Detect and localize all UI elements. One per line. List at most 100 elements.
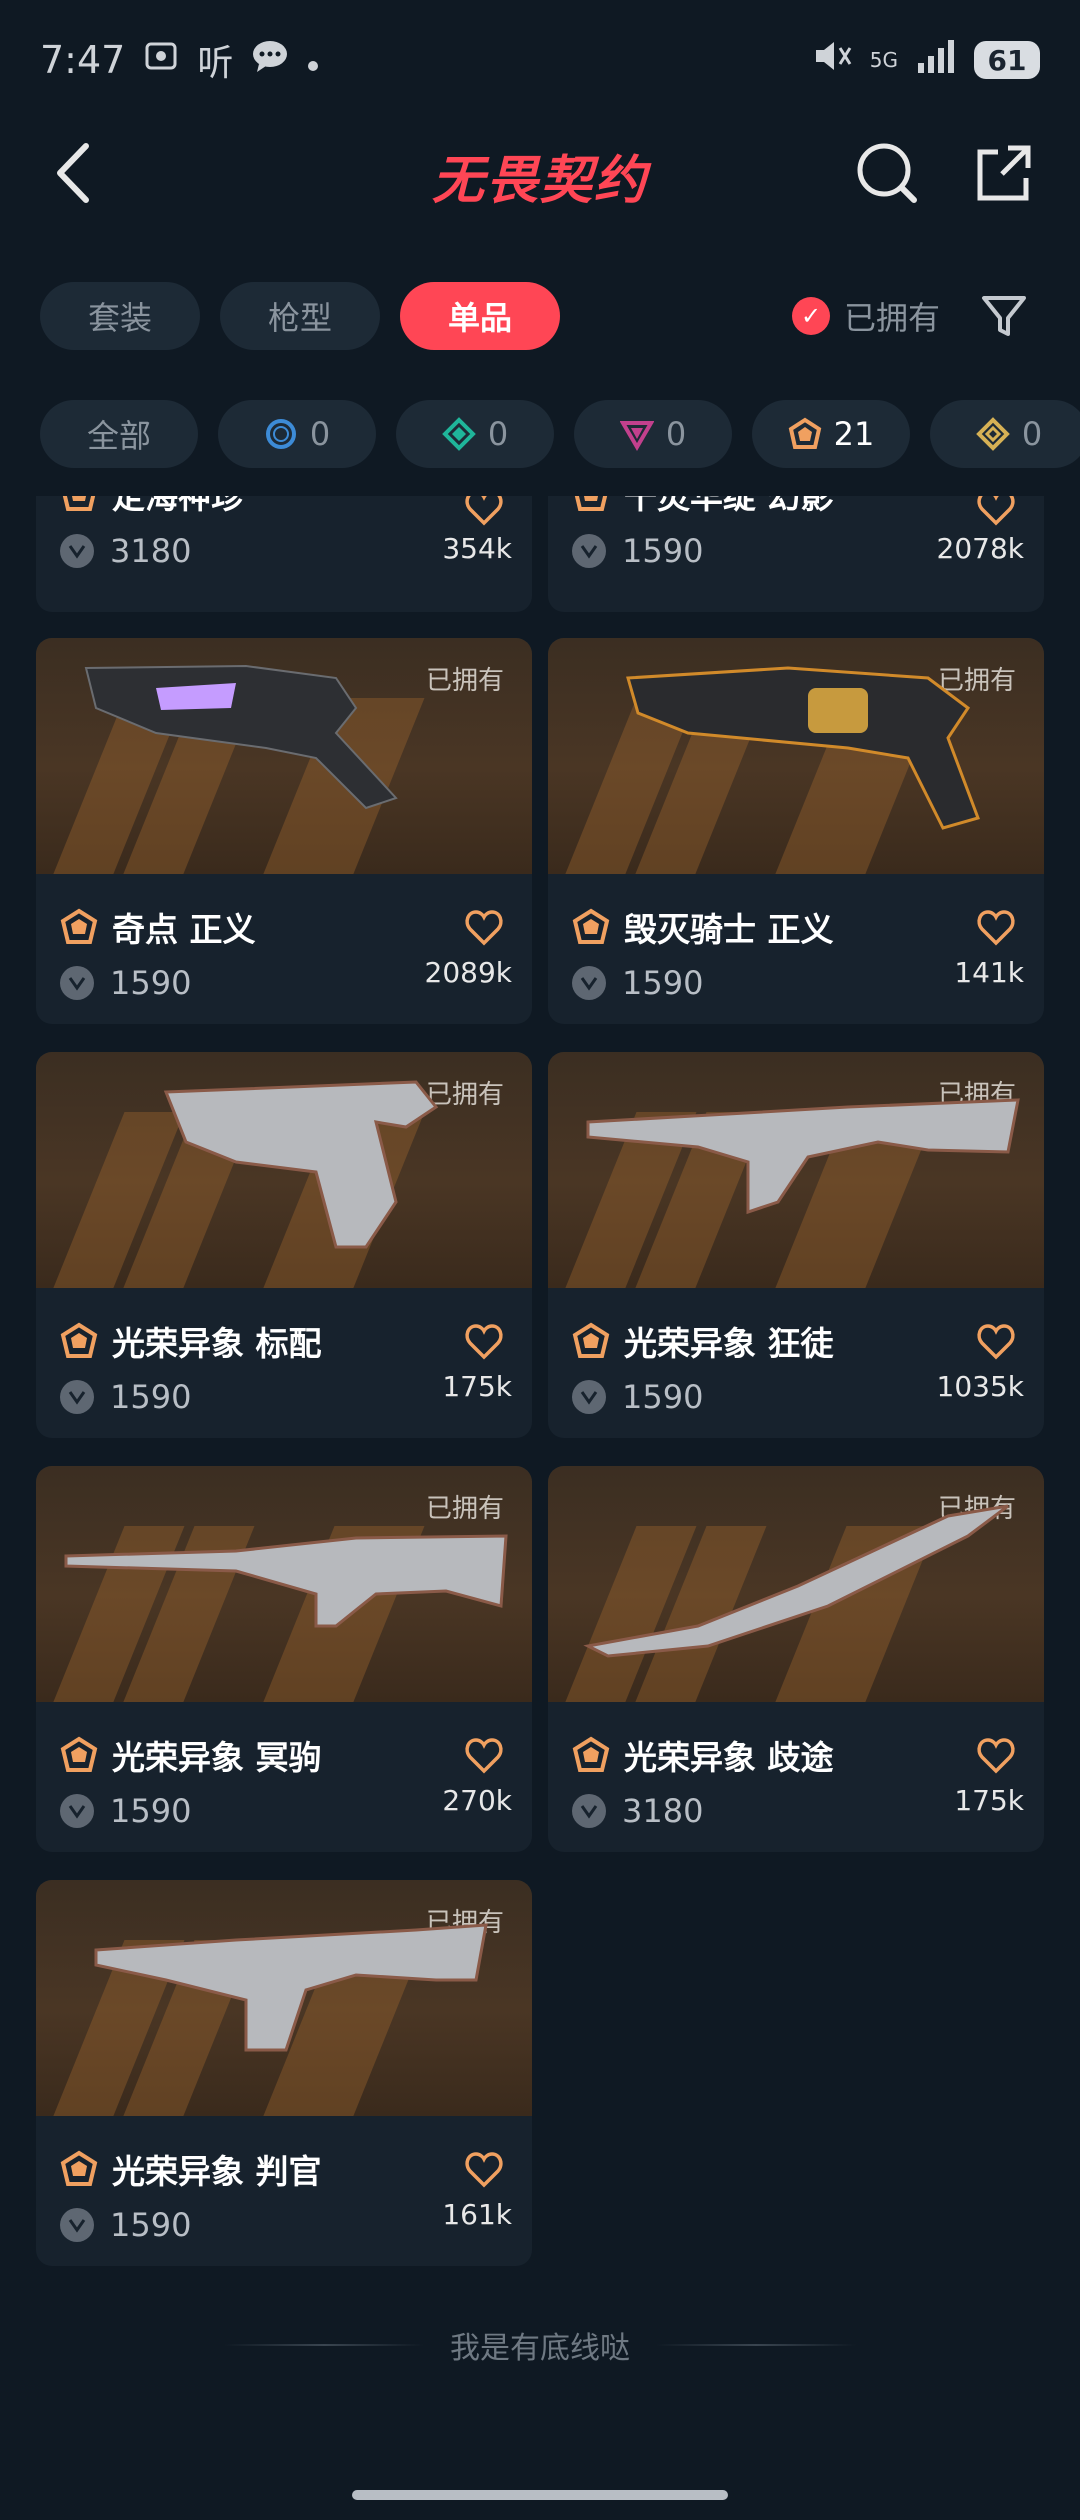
price-row: 1590 [60, 960, 191, 1006]
status-right: 5G 61 [812, 38, 1040, 83]
heart-icon[interactable] [464, 2150, 504, 2190]
skin-card[interactable]: 已拥有 奇点 正义 1590 2089k [36, 638, 532, 1024]
heart-icon[interactable] [976, 1322, 1016, 1362]
skin-card[interactable]: 已拥有 光荣异象 标配 1590 175k [36, 1052, 532, 1438]
card-name-row: 光荣异象 判官 [60, 2144, 510, 2194]
filter-button[interactable] [978, 290, 1030, 342]
weapon-skin-image [84, 664, 398, 810]
premium-tier-icon [619, 421, 654, 451]
tier-select[interactable]: 0 [218, 400, 376, 468]
tab-single-item[interactable]: 单品 [400, 282, 560, 350]
select-tier-icon [265, 419, 296, 449]
card-like-count: 354k [442, 532, 512, 565]
listen-icon: 听 [197, 43, 234, 84]
message-icon [251, 38, 289, 83]
share-button[interactable] [968, 138, 1038, 208]
skin-card-partial[interactable]: 定海神珍 3180 354k [36, 496, 532, 612]
vp-currency-icon [572, 534, 606, 568]
tier-exclusive[interactable]: 21 [752, 400, 910, 468]
price-row: 3180 [60, 532, 191, 570]
card-name: 奇点 正义 [112, 910, 256, 949]
price-row: 1590 [572, 532, 703, 570]
exclusive-tier-icon [60, 1322, 98, 1358]
heart-icon[interactable] [976, 908, 1016, 948]
skin-card[interactable]: 已拥有 光荣异象 狂徒 1590 1035k [548, 1052, 1044, 1438]
mute-icon [812, 38, 852, 83]
screenshot-icon [143, 38, 179, 83]
heart-icon[interactable] [464, 496, 504, 528]
owned-filter-label: 已拥有 [844, 299, 941, 337]
price-row: 1590 [572, 1374, 703, 1420]
weapon-skin-image [626, 666, 980, 830]
status-bar: 7:47 听 5G 61 [0, 0, 1080, 120]
heart-icon[interactable] [976, 496, 1016, 528]
vp-currency-icon [572, 1380, 606, 1414]
skin-card[interactable]: 已拥有 毁灭骑士 正义 1590 141k [548, 638, 1044, 1024]
status-left: 7:47 听 [40, 34, 319, 86]
exclusive-tier-icon [572, 1322, 610, 1358]
price-row: 1590 [572, 960, 703, 1006]
search-button[interactable] [852, 138, 922, 208]
tier-deluxe[interactable]: 0 [396, 400, 554, 468]
card-like-count: 175k [954, 1784, 1024, 1817]
home-indicator[interactable] [352, 2490, 728, 2500]
card-like-count: 270k [442, 1784, 512, 1817]
tier-premium[interactable]: 0 [574, 400, 732, 468]
weapon-skin-image [586, 1098, 1020, 1215]
card-name-row: 定海神珍 [60, 496, 244, 518]
search-icon [857, 143, 917, 203]
end-of-list-indicator: 我是有底线哒 [0, 2320, 1080, 2370]
skin-thumbnail: 已拥有 [548, 1052, 1044, 1288]
heart-icon[interactable] [976, 1736, 1016, 1776]
tier-all[interactable]: 全部 [40, 400, 198, 468]
ultra-tier-icon [975, 417, 1010, 451]
vp-currency-icon [572, 966, 606, 1000]
divider [656, 2344, 856, 2346]
funnel-icon [982, 296, 1026, 336]
heart-icon[interactable] [464, 1322, 504, 1362]
card-price: 3180 [110, 532, 192, 570]
tier-deluxe-count: 0 [487, 415, 509, 453]
card-like-count: 1035k [936, 1370, 1024, 1403]
vp-currency-icon [60, 1380, 94, 1414]
network-label: 5G [869, 48, 898, 72]
skin-card[interactable]: 已拥有 光荣异象 判官 1590 161k [36, 1880, 532, 2266]
card-name: 光荣异象 判官 [112, 2152, 322, 2191]
tier-ultra[interactable]: 0 [930, 400, 1080, 468]
battery-indicator: 61 [974, 41, 1040, 79]
exclusive-tier-icon [60, 2150, 98, 2186]
share-icon [977, 145, 1031, 201]
tab-set[interactable]: 套装 [40, 282, 200, 350]
skin-thumbnail: 已拥有 [548, 1466, 1044, 1702]
card-like-count: 161k [442, 2198, 512, 2231]
vp-currency-icon [60, 534, 94, 568]
card-price: 1590 [622, 532, 704, 570]
skin-card[interactable]: 已拥有 光荣异象 歧途 3180 175k [548, 1466, 1044, 1852]
exclusive-tier-icon [572, 908, 610, 944]
weapon-skin-image [163, 1080, 439, 1249]
tier-filter-bar: 全部 0 0 0 21 0 [40, 400, 1080, 468]
tier-premium-count: 0 [665, 415, 687, 453]
owned-filter-toggle[interactable]: ✓ 已拥有 [792, 294, 940, 338]
card-price: 1590 [110, 1378, 192, 1416]
app-header: 无畏契约 [0, 120, 1080, 230]
weapon-skin-image [94, 1923, 488, 2052]
skin-card-partial[interactable]: 千灵华绽 幻影 1590 2078k [548, 496, 1044, 612]
notification-dot-icon [307, 40, 319, 81]
deluxe-tier-icon [441, 417, 476, 451]
tier-ultra-count: 0 [1021, 415, 1043, 453]
heart-icon[interactable] [464, 908, 504, 948]
exclusive-tier-icon [60, 1736, 98, 1772]
divider [224, 2344, 424, 2346]
tier-all-label: 全部 [86, 417, 151, 455]
tab-weapon-type[interactable]: 枪型 [220, 282, 380, 350]
type-tabs: 套装 枪型 单品 [40, 282, 560, 350]
price-row: 1590 [60, 2202, 191, 2248]
card-price: 1590 [622, 964, 704, 1002]
card-like-count: 2078k [936, 532, 1024, 565]
vp-currency-icon [60, 966, 94, 1000]
heart-icon[interactable] [464, 1736, 504, 1776]
exclusive-tier-icon [788, 417, 821, 449]
back-button[interactable] [40, 138, 110, 208]
skin-card[interactable]: 已拥有 光荣异象 冥驹 1590 270k [36, 1466, 532, 1852]
